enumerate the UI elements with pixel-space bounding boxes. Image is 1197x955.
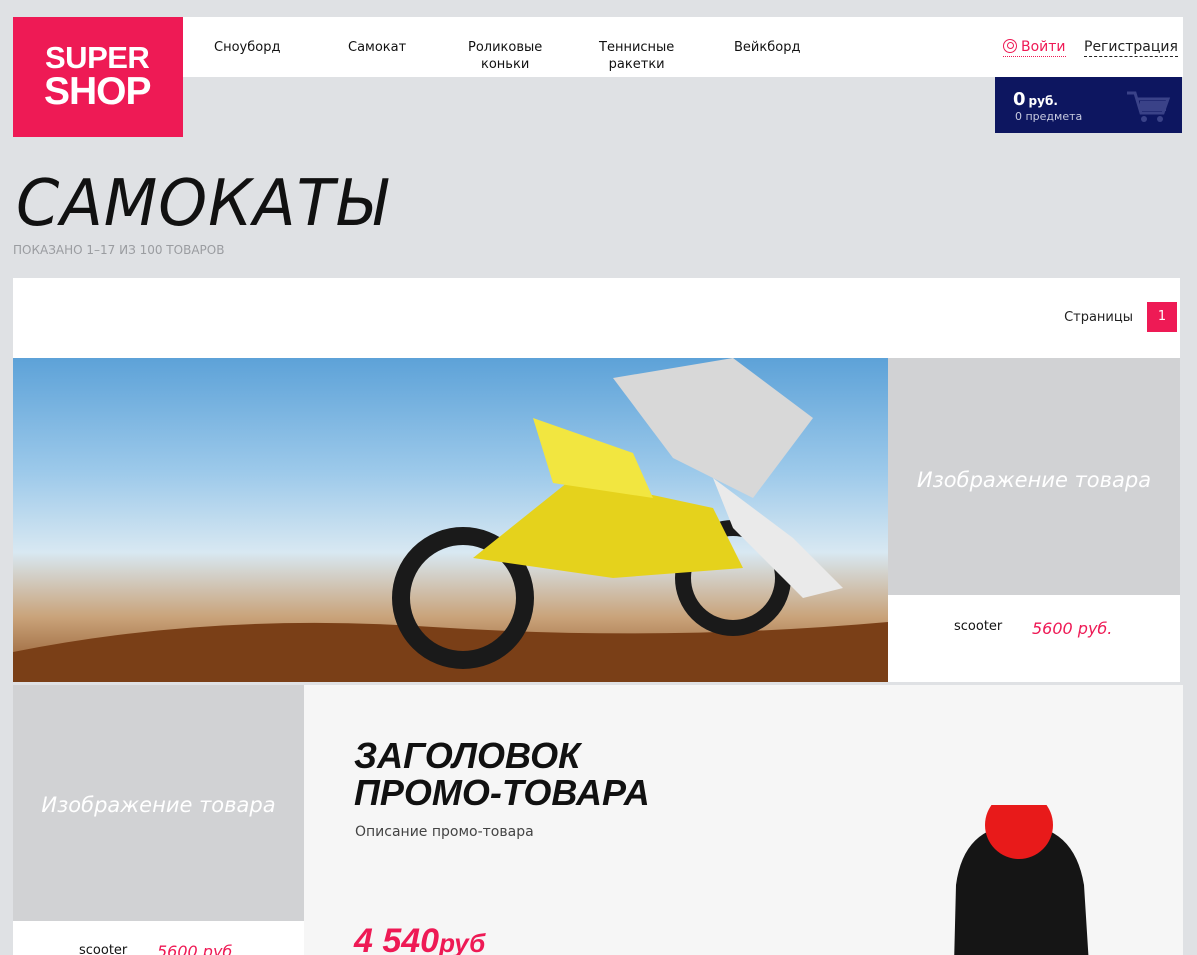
cart-widget[interactable]: 0 руб. 0 предмета [995,77,1182,133]
nav-item-tennis-rackets[interactable]: Теннисные ракетки [599,39,674,73]
nav-item-rollerblades-label: Роликовые коньки [468,40,543,72]
logo-line-2: SHOP [44,70,152,113]
promo-price-currency: руб [439,928,486,955]
promo-price: 4 540руб [354,922,485,955]
nav-item-snowboard[interactable]: Сноуборд [214,39,280,56]
cart-currency: руб. [1028,94,1058,108]
product-card[interactable]: Изображение товара scooter 5600 руб. [888,358,1180,682]
product-price: 5600 руб. [1032,619,1113,638]
product-price: 5600 руб. [157,942,238,955]
motocross-rider-image [392,358,843,669]
page-button-current[interactable]: 1 [1147,302,1177,332]
cart-sum: 0 руб. [1013,89,1058,110]
promo-banner-motocross[interactable] [13,358,888,682]
product-image-placeholder: Изображение товара [13,685,304,921]
logo[interactable]: SUPER SHOP [13,17,183,137]
promo-price-value: 4 540 [354,922,440,955]
items-shown-count: Показано 1–17 из 100 товаров [13,243,225,257]
logo-line-1: SUPER [45,40,150,75]
cart-sum-value: 0 [1013,89,1026,110]
top-navigation: Сноуборд Самокат Роликовые коньки Теннис… [183,17,1183,77]
promo-title-line-2: промо-товара [354,772,650,813]
nav-item-rollerblades[interactable]: Роликовые коньки [468,39,542,73]
product-name: scooter [79,943,128,955]
nav-item-scooter[interactable]: Самокат [348,39,406,56]
promo-product[interactable]: Заголовок промо-товара Описание промо-то… [304,685,1183,955]
promo-title: Заголовок промо-товара [354,737,650,811]
product-name: scooter [954,619,1003,634]
page-title: САМОКАТЫ [16,167,388,241]
product-image-placeholder: Изображение товара [888,358,1180,595]
pagination-label: Страницы [1064,310,1133,325]
pagination-bar: Страницы 1 [13,278,1180,358]
beanie-hat-image [954,805,1089,955]
login-link[interactable]: Войти [1003,39,1066,57]
register-link[interactable]: Регистрация [1084,39,1178,57]
nav-item-tennis-rackets-label: Теннисные ракетки [599,40,675,72]
promo-description: Описание промо-товара [355,824,534,840]
product-card[interactable]: Изображение товара scooter 5600 руб. [13,685,304,955]
nav-item-wakeboard[interactable]: Вейкборд [734,39,800,56]
user-icon [1003,39,1017,53]
cart-item-count: 0 предмета [1015,110,1083,123]
cart-icon [1127,91,1171,122]
promo-title-line-1: Заголовок [354,735,581,776]
login-label: Войти [1021,39,1066,55]
